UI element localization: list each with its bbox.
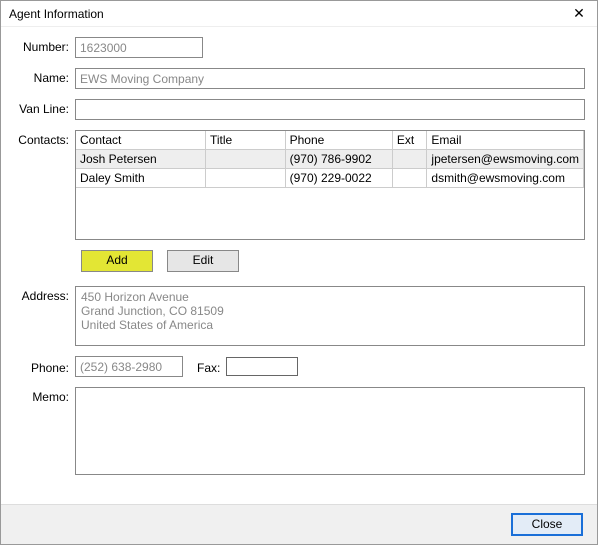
number-label: Number: (13, 37, 75, 54)
address-field[interactable]: 450 Horizon Avenue Grand Junction, CO 81… (75, 286, 585, 346)
phone-input[interactable] (75, 356, 183, 377)
phone-label: Phone: (13, 358, 75, 375)
col-header-contact[interactable]: Contact (76, 131, 205, 150)
cell-ext (392, 150, 427, 169)
contacts-label: Contacts: (13, 130, 75, 147)
form-body: Number: Name: Van Line: Contacts: Conta (1, 27, 597, 504)
col-header-ext[interactable]: Ext (392, 131, 427, 150)
cell-ext (392, 169, 427, 188)
contacts-table[interactable]: Contact Title Phone Ext Email Josh Peter… (76, 131, 584, 188)
col-header-email[interactable]: Email (427, 131, 584, 150)
number-input[interactable] (75, 37, 203, 58)
cell-email: jpetersen@ewsmoving.com (427, 150, 584, 169)
cell-phone: (970) 229-0022 (285, 169, 392, 188)
contacts-header-row: Contact Title Phone Ext Email (76, 131, 584, 150)
vanline-label: Van Line: (13, 99, 75, 116)
titlebar: Agent Information ✕ (1, 1, 597, 27)
vanline-input[interactable] (75, 99, 585, 120)
col-header-phone[interactable]: Phone (285, 131, 392, 150)
close-icon[interactable]: ✕ (569, 5, 589, 22)
contacts-buttons: Add Edit (13, 250, 585, 272)
col-header-title[interactable]: Title (205, 131, 285, 150)
edit-button[interactable]: Edit (167, 250, 239, 272)
cell-title (205, 150, 285, 169)
memo-label: Memo: (13, 387, 75, 404)
cell-title (205, 169, 285, 188)
add-button[interactable]: Add (81, 250, 153, 272)
table-row[interactable]: Daley Smith (970) 229-0022 dsmith@ewsmov… (76, 169, 584, 188)
name-input[interactable] (75, 68, 585, 89)
close-button[interactable]: Close (511, 513, 583, 536)
window-title: Agent Information (9, 7, 104, 21)
cell-phone: (970) 786-9902 (285, 150, 392, 169)
agent-information-window: Agent Information ✕ Number: Name: Van Li… (0, 0, 598, 545)
table-row[interactable]: Josh Petersen (970) 786-9902 jpetersen@e… (76, 150, 584, 169)
address-label: Address: (13, 286, 75, 303)
cell-contact: Daley Smith (76, 169, 205, 188)
fax-label: Fax: (197, 358, 226, 375)
name-label: Name: (13, 68, 75, 85)
memo-field[interactable] (75, 387, 585, 475)
cell-email: dsmith@ewsmoving.com (427, 169, 584, 188)
cell-contact: Josh Petersen (76, 150, 205, 169)
fax-input[interactable] (226, 357, 298, 376)
contacts-table-wrap: Contact Title Phone Ext Email Josh Peter… (75, 130, 585, 240)
dialog-footer: Close (1, 504, 597, 544)
